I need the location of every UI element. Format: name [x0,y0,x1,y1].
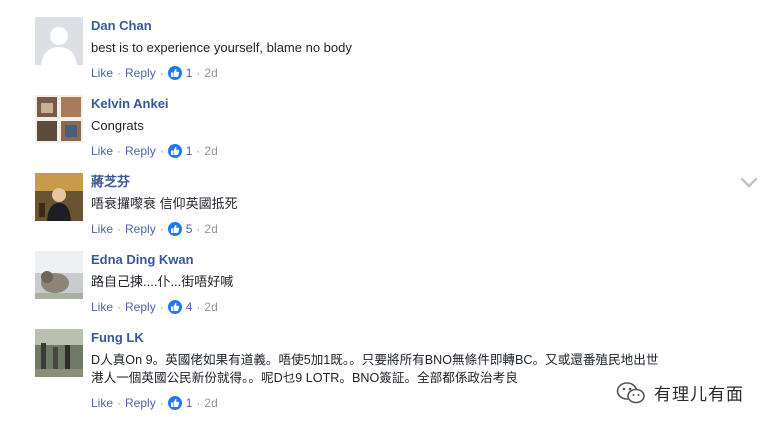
timestamp[interactable]: 2d [204,395,217,411]
comment-actions: Like · Reply · 4 · 2d [91,299,755,315]
separator: · [117,396,122,410]
commenter-name[interactable]: Dan Chan [91,17,755,34]
like-link[interactable]: Like [91,143,113,159]
separator: · [159,66,164,80]
chevron-down-icon[interactable] [740,176,758,194]
reaction-count[interactable]: 1 [186,395,193,411]
separator: · [159,222,164,236]
reply-link[interactable]: Reply [125,221,156,237]
reply-link[interactable]: Reply [125,299,156,315]
commenter-name[interactable]: Kelvin Ankei [91,95,755,112]
separator: · [159,300,164,314]
comment-body: Dan Chan best is to experience yourself,… [91,17,755,81]
separator: · [117,144,122,158]
thumbs-up-icon[interactable] [167,300,182,314]
separator: · [196,222,201,236]
comment-body: 蔣芝芬 唔衰攞嚟衰 信仰英國抵死 Like · Reply · 5 · 2d [91,173,755,237]
timestamp[interactable]: 2d [204,221,217,237]
reaction-count[interactable]: 1 [186,143,193,159]
timestamp[interactable]: 2d [204,143,217,159]
thumbs-up-icon[interactable] [167,222,182,236]
like-link[interactable]: Like [91,65,113,81]
commenter-name[interactable]: Fung LK [91,329,755,346]
comment-body: Kelvin Ankei Congrats Like · Reply · 1 ·… [91,95,755,159]
thumbs-up-icon[interactable] [167,144,182,158]
comment-text: 路自己揀....仆...街唔好喊 [91,274,234,289]
profile-photo-icon [35,329,83,377]
comment-text: 唔衰攞嚟衰 信仰英國抵死 [91,196,238,211]
comment-text: Congrats [91,118,144,133]
wechat-icon [616,381,645,403]
avatar[interactable] [35,251,83,299]
comment-text: best is to experience yourself, blame no… [91,40,352,55]
comment-actions: Like · Reply · 1 · 2d [91,65,755,81]
reaction-count[interactable]: 5 [186,221,193,237]
reply-link[interactable]: Reply [125,395,156,411]
separator: · [196,66,201,80]
watermark: 有理儿有面 [616,380,744,405]
separator: · [196,144,201,158]
profile-photo-icon [35,95,83,143]
commenter-name[interactable]: Edna Ding Kwan [91,251,755,268]
separator: · [159,144,164,158]
separator: · [117,66,122,80]
watermark-text: 有理儿有面 [654,385,744,404]
avatar[interactable] [35,95,83,143]
thumbs-up-icon[interactable] [167,396,182,410]
separator: · [196,396,201,410]
reaction-count[interactable]: 4 [186,299,193,315]
default-profile-icon [35,17,83,65]
separator: · [117,222,122,236]
thumbs-up-icon[interactable] [167,66,182,80]
separator: · [117,300,122,314]
timestamp[interactable]: 2d [204,65,217,81]
avatar[interactable] [35,17,83,65]
timestamp[interactable]: 2d [204,299,217,315]
profile-photo-icon [35,173,83,221]
profile-photo-icon [35,251,83,299]
like-link[interactable]: Like [91,395,113,411]
reaction-count[interactable]: 1 [186,65,193,81]
avatar[interactable] [35,173,83,221]
commenter-name[interactable]: 蔣芝芬 [91,173,755,190]
separator: · [196,300,201,314]
comment-actions: Like · Reply · 5 · 2d [91,221,755,237]
comment-body: Edna Ding Kwan 路自己揀....仆...街唔好喊 Like · R… [91,251,755,315]
reply-link[interactable]: Reply [125,143,156,159]
like-link[interactable]: Like [91,221,113,237]
reply-link[interactable]: Reply [125,65,156,81]
like-link[interactable]: Like [91,299,113,315]
avatar[interactable] [35,329,83,377]
comment-actions: Like · Reply · 1 · 2d [91,143,755,159]
separator: · [159,396,164,410]
